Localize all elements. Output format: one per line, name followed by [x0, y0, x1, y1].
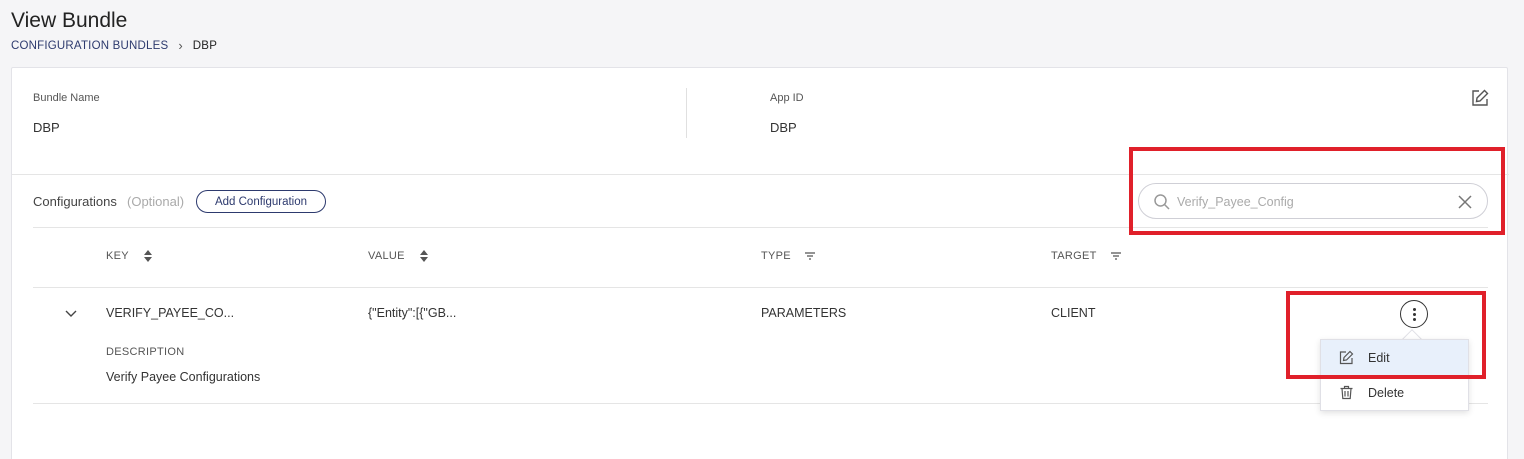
description-label: DESCRIPTION: [106, 346, 185, 358]
search-icon: [1154, 194, 1170, 210]
field-divider: [686, 88, 687, 138]
column-header-value[interactable]: VALUE: [368, 250, 429, 262]
edit-bundle-icon[interactable]: [1470, 88, 1490, 108]
column-header-target[interactable]: TARGET: [1051, 250, 1121, 262]
app-id-value: DBP: [770, 120, 797, 135]
filter-icon[interactable]: [1110, 250, 1121, 262]
description-value: Verify Payee Configurations: [106, 370, 261, 384]
row-bottom-border: [33, 403, 1488, 404]
search-input[interactable]: [1177, 192, 1447, 212]
edit-icon: [1339, 350, 1354, 365]
menu-item-edit-label: Edit: [1368, 350, 1390, 365]
clear-search-icon[interactable]: [1457, 194, 1473, 210]
row-value: {"Entity":[{"GB...: [368, 306, 457, 320]
column-label-key: KEY: [106, 250, 129, 262]
page-title: View Bundle: [11, 9, 128, 32]
app-id-label: App ID: [770, 92, 804, 104]
row-target: CLIENT: [1051, 306, 1096, 320]
row-type: PARAMETERS: [761, 306, 847, 320]
column-header-key[interactable]: KEY: [106, 250, 153, 262]
breadcrumb-current: DBP: [192, 39, 218, 52]
menu-item-delete[interactable]: Delete: [1321, 375, 1468, 410]
column-label-target: TARGET: [1051, 250, 1097, 262]
column-label-type: TYPE: [761, 250, 791, 262]
column-header-type[interactable]: TYPE: [761, 250, 815, 262]
search-box: [1138, 183, 1488, 219]
bundle-name-value: DBP: [33, 120, 60, 135]
breadcrumb: CONFIGURATION BUNDLES › DBP: [11, 38, 217, 53]
trash-icon: [1340, 385, 1353, 400]
section-divider: [12, 174, 1509, 175]
table-header-bottom-border: [33, 287, 1488, 288]
chevron-down-icon[interactable]: [64, 308, 78, 320]
bundle-name-label: Bundle Name: [33, 92, 100, 104]
table-header-top-border: [33, 227, 1488, 228]
configurations-label: Configurations: [33, 194, 117, 209]
bundle-card: Bundle Name DBP App ID DBP Configuration…: [11, 67, 1509, 459]
breadcrumb-configuration-bundles[interactable]: CONFIGURATION BUNDLES: [11, 40, 168, 52]
column-label-value: VALUE: [368, 250, 405, 262]
menu-item-edit[interactable]: Edit: [1321, 340, 1468, 375]
breadcrumb-chevron-icon: ›: [178, 38, 183, 53]
row-key: VERIFY_PAYEE_CO...: [106, 306, 235, 320]
sort-icon[interactable]: [419, 250, 429, 262]
configurations-optional: (Optional): [127, 194, 185, 209]
filter-icon[interactable]: [804, 250, 815, 262]
row-actions-kebab-icon[interactable]: [1400, 300, 1428, 328]
add-configuration-button[interactable]: Add Configuration: [196, 190, 326, 213]
menu-item-delete-label: Delete: [1368, 385, 1405, 400]
row-actions-menu: Edit Delete: [1320, 339, 1469, 411]
sort-icon[interactable]: [143, 250, 153, 262]
